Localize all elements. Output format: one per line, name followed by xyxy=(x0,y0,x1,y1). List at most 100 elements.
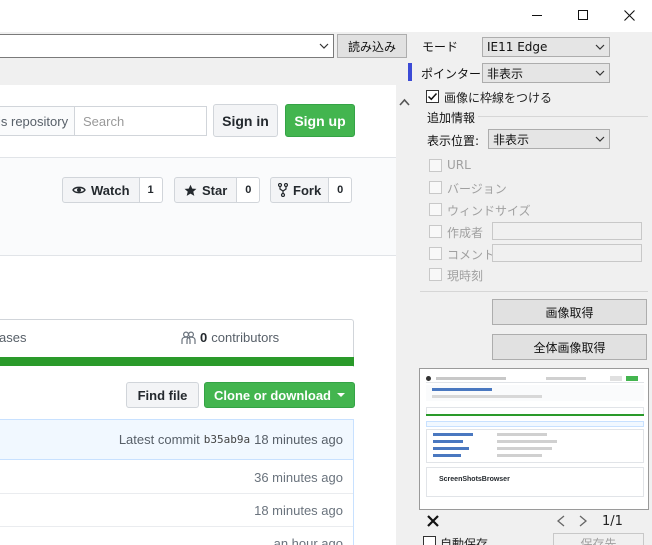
checkmark-icon xyxy=(427,92,438,101)
minimize-button[interactable] xyxy=(514,0,560,30)
file-table: Latest commit b35ab9a 18 minutes ago 36 … xyxy=(0,419,354,545)
pointer-marker xyxy=(408,63,412,81)
fork-icon xyxy=(278,183,288,197)
page-indicator: 1/1 xyxy=(602,514,623,529)
watch-group: Watch 1 xyxy=(62,177,163,203)
delete-icon[interactable] xyxy=(427,515,439,527)
sign-up-button[interactable]: Sign up xyxy=(285,104,355,137)
star-button[interactable]: Star xyxy=(174,177,238,203)
app-window: 読み込み is repository Search Sign in Sign u… xyxy=(0,0,652,545)
frame-checkbox[interactable] xyxy=(426,90,439,103)
vertical-scrollbar[interactable] xyxy=(396,85,413,545)
frame-checkbox-label[interactable]: 画像に枠線をつける xyxy=(444,89,552,106)
minimize-icon xyxy=(532,14,542,16)
load-button[interactable]: 読み込み xyxy=(337,34,407,58)
watch-button[interactable]: Watch xyxy=(62,177,140,203)
autosave-label[interactable]: 自動保存 xyxy=(440,535,488,545)
preview-caption: ScreenShotsBrowser xyxy=(439,476,510,483)
version-checkbox[interactable] xyxy=(429,181,442,194)
maximize-icon xyxy=(578,10,588,20)
author-checkbox[interactable] xyxy=(429,225,442,238)
latest-commit-label: Latest commit xyxy=(118,432,200,447)
address-row: 読み込み xyxy=(0,32,410,60)
contributors-label: contributors xyxy=(211,330,280,345)
chevron-up-icon[interactable] xyxy=(399,97,410,108)
commit-sha[interactable]: b35ab9a xyxy=(204,433,250,446)
github-header: is repository Search Sign in Sign up xyxy=(0,85,396,158)
search-placeholder: Search xyxy=(83,113,125,129)
current-time-option-label: 現時刻 xyxy=(447,269,484,283)
search-input[interactable]: Search xyxy=(74,106,207,136)
comment-input[interactable] xyxy=(492,244,642,262)
url-checkbox[interactable] xyxy=(429,159,442,172)
position-label: 表示位置: xyxy=(427,134,480,148)
chevron-down-icon xyxy=(319,43,329,49)
star-count[interactable]: 0 xyxy=(237,177,261,203)
position-value: 非表示 xyxy=(493,132,530,147)
chevron-right-icon[interactable] xyxy=(578,515,588,527)
mode-value: IE11 Edge xyxy=(487,40,548,54)
pointer-select[interactable]: 非表示 xyxy=(482,63,610,83)
clone-label: Clone or download xyxy=(214,387,331,403)
star-label: Star xyxy=(202,182,228,198)
url-option-label: URL xyxy=(447,158,471,172)
star-group: Star 0 xyxy=(174,177,261,203)
fork-group: Fork 0 xyxy=(270,177,353,203)
clone-download-button[interactable]: Clone or download xyxy=(204,382,355,408)
extra-info-label: 追加情報 xyxy=(427,111,476,125)
preview-header xyxy=(426,375,644,383)
author-option-label: 作成者 xyxy=(447,226,484,240)
commit-age: 18 minutes ago xyxy=(254,432,343,447)
url-input[interactable] xyxy=(0,34,334,58)
people-icon xyxy=(181,330,196,344)
contributors-count: 0 xyxy=(200,330,208,345)
find-file-button[interactable]: Find file xyxy=(126,382,199,408)
watch-label: Watch xyxy=(91,182,130,198)
mode-select[interactable]: IE11 Edge xyxy=(482,37,610,57)
table-row[interactable]: an hour ago xyxy=(0,527,353,545)
star-icon xyxy=(184,184,197,196)
watch-count[interactable]: 1 xyxy=(139,177,163,203)
table-row[interactable]: 36 minutes ago xyxy=(0,461,353,494)
chevron-down-icon xyxy=(595,70,605,76)
fork-label: Fork xyxy=(293,182,322,198)
close-icon xyxy=(623,9,635,21)
releases-link[interactable]: ases xyxy=(0,330,26,345)
save-location-button[interactable]: 保存先 xyxy=(553,533,644,545)
autosave-checkbox[interactable] xyxy=(423,536,436,545)
maximize-button[interactable] xyxy=(560,0,606,30)
capture-preview[interactable]: ScreenShotsBrowser xyxy=(419,368,649,510)
caret-down-icon xyxy=(337,393,345,397)
contributors-link[interactable]: 0 contributors xyxy=(181,330,279,345)
chevron-left-icon[interactable] xyxy=(556,515,566,527)
search-scope-label: is repository xyxy=(0,106,74,136)
window-size-checkbox[interactable] xyxy=(429,203,442,216)
language-bar xyxy=(0,357,354,366)
row-age: 36 minutes ago xyxy=(254,469,343,485)
capture-button[interactable]: 画像取得 xyxy=(492,299,647,325)
browser-viewport[interactable]: is repository Search Sign in Sign up Wat… xyxy=(0,85,396,545)
comment-option-label: コメント xyxy=(447,248,496,262)
preview-lang-bar xyxy=(426,414,644,416)
comment-checkbox[interactable] xyxy=(429,247,442,260)
pointer-label: ポインター xyxy=(421,67,482,81)
chevron-down-icon xyxy=(595,44,605,50)
mode-label: モード xyxy=(422,40,459,54)
chevron-down-icon xyxy=(595,136,605,142)
position-select[interactable]: 非表示 xyxy=(488,129,610,149)
close-button[interactable] xyxy=(606,0,652,30)
fork-count[interactable]: 0 xyxy=(329,177,353,203)
eye-icon xyxy=(72,186,86,194)
table-row[interactable]: 18 minutes ago xyxy=(0,494,353,527)
version-option-label: バージョン xyxy=(447,182,507,196)
row-age: 18 minutes ago xyxy=(254,502,343,518)
row-age: an hour ago xyxy=(273,535,343,545)
preview-file-list xyxy=(426,429,644,463)
current-time-checkbox[interactable] xyxy=(429,268,442,281)
full-capture-button[interactable]: 全体画像取得 xyxy=(492,334,647,360)
preview-pagehead xyxy=(426,385,644,401)
repo-pagehead xyxy=(0,158,396,256)
author-input[interactable] xyxy=(492,222,642,240)
fork-button[interactable]: Fork xyxy=(270,177,330,203)
sign-in-button[interactable]: Sign in xyxy=(213,104,278,137)
